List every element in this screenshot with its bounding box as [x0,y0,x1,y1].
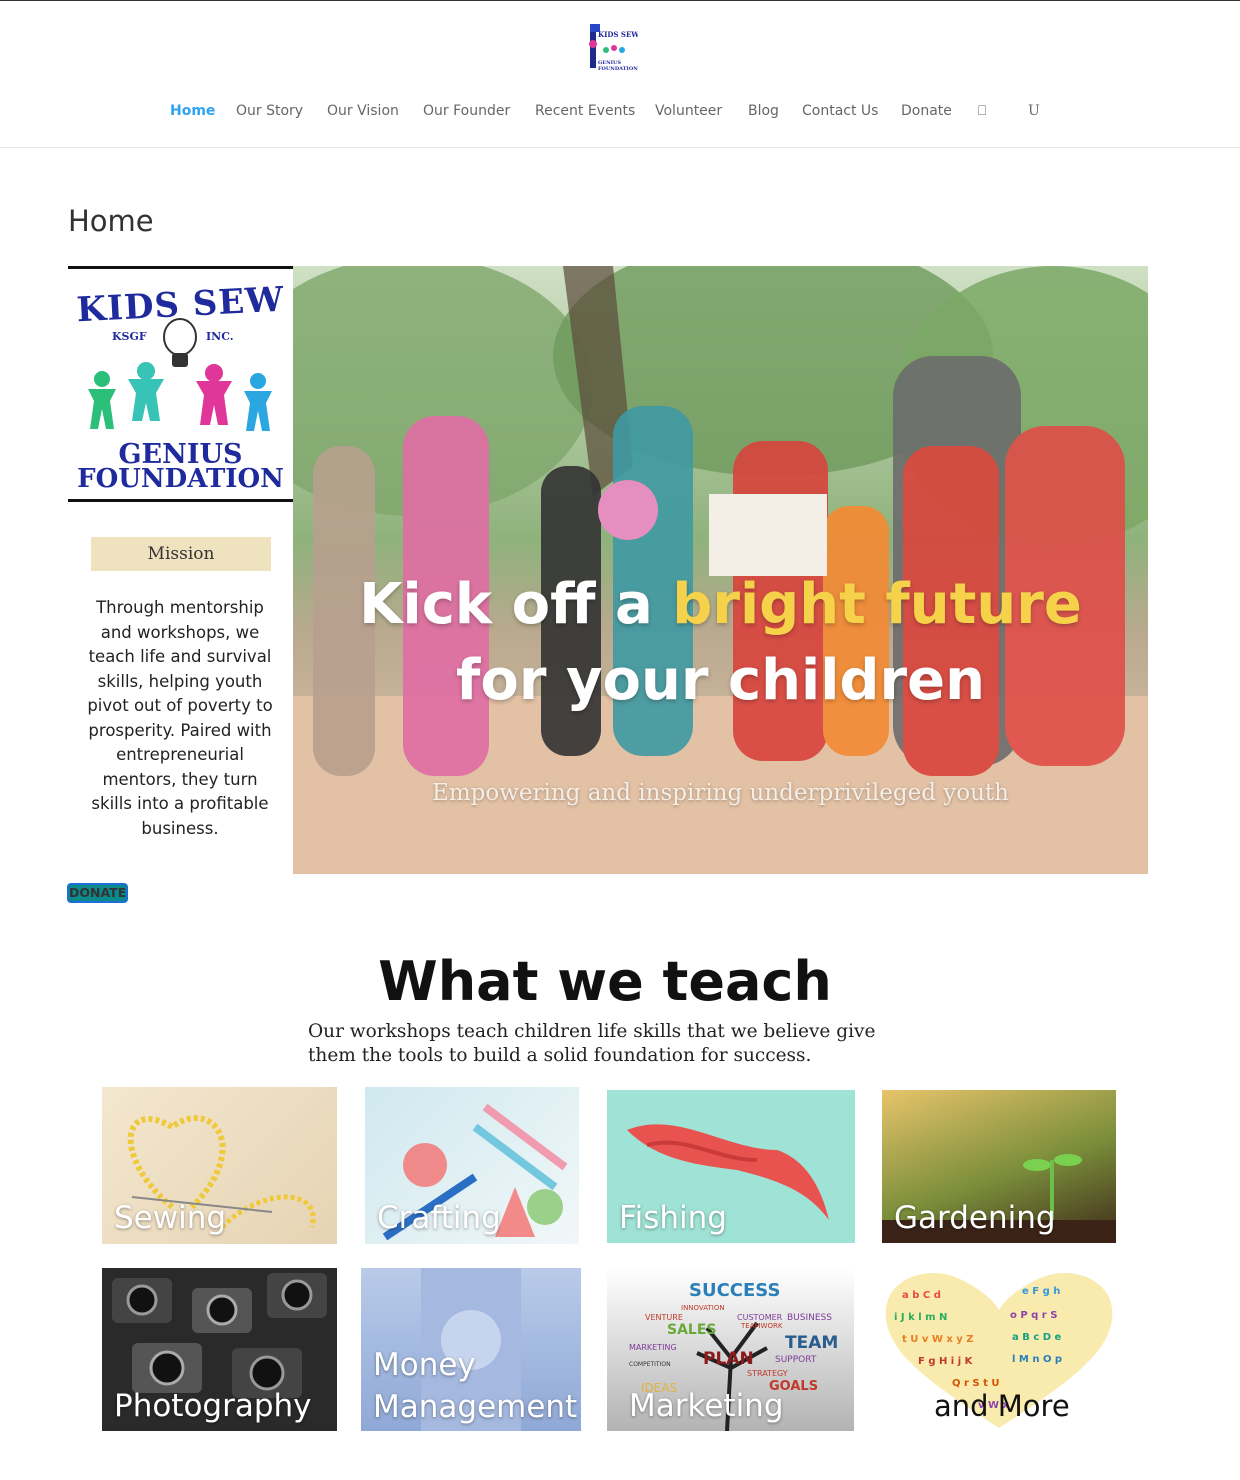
nav-donate[interactable]: Donate [901,100,952,122]
hero-sidebar: KIDS SEW KSGF INC. GENIUS FOUNDATION Mis… [68,266,293,874]
logo-foundation: FOUNDATION [77,464,284,494]
tile-sewing[interactable]: Sewing [102,1087,337,1244]
nav-recent-events[interactable]: Recent Events [535,100,635,122]
tile-label-sewing: Sewing [114,1200,227,1236]
tile-gardening[interactable]: Gardening [882,1090,1116,1243]
svg-text:STRATEGY: STRATEGY [747,1369,788,1378]
svg-text:t U v W x y Z: t U v W x y Z [902,1334,974,1345]
headline-part-a: Kick off a [359,572,673,637]
nav-our-vision[interactable]: Our Vision [327,100,399,122]
nav-contact-us[interactable]: Contact Us [802,100,878,122]
teach-title: What we teach [378,950,832,1013]
nav-home[interactable]: Home [170,100,215,122]
svg-text:VENTURE: VENTURE [645,1313,683,1322]
svg-text:o P q r S: o P q r S [1010,1310,1057,1321]
hero-headline-line2: for your children [456,648,985,713]
svg-text:SUPPORT: SUPPORT [775,1355,817,1365]
svg-text:PLAN: PLAN [703,1349,754,1369]
hero-subline: Empowering and inspiring underprivileged… [432,780,1009,806]
cart-icon[interactable]: ⎕ [978,100,986,122]
mission-text: Through mentorship and workshops, we tea… [87,598,273,838]
tile-crafting[interactable]: Crafting [365,1087,579,1244]
site-logo[interactable]: KIDS SEW GENIUS FOUNDATION [584,20,639,76]
tile-money-management[interactable]: Money Management [361,1268,581,1431]
ksgf-logo: KIDS SEW KSGF INC. GENIUS FOUNDATION [68,266,293,502]
svg-text:COMPETITION: COMPETITION [629,1361,671,1368]
svg-text:F g H i j K: F g H i j K [918,1356,974,1367]
tile-label-fishing: Fishing [619,1200,727,1236]
hero-headline-line1: Kick off a bright future [293,572,1148,637]
tile-fishing[interactable]: Fishing [607,1090,855,1243]
nav-blog[interactable]: Blog [748,100,779,122]
tile-label-crafting: Crafting [377,1200,501,1236]
teach-subtitle: Our workshops teach children life skills… [308,1021,876,1066]
svg-text:TEAMWORK: TEAMWORK [740,1322,783,1330]
nav-our-founder[interactable]: Our Founder [423,100,510,122]
svg-text:a b C d: a b C d [902,1290,941,1301]
svg-text:MARKETING: MARKETING [629,1343,677,1352]
tile-label-and-more: and More [934,1389,1070,1423]
nav-our-story[interactable]: Our Story [236,100,303,122]
svg-text:a B c D e: a B c D e [1012,1332,1062,1343]
headline-highlight: bright future [672,572,1082,637]
tile-label-money-management: Money Management [373,1347,578,1425]
svg-text:SUCCESS: SUCCESS [689,1280,780,1301]
main-nav: Home Our Story Our Vision Our Founder Re… [0,100,1240,126]
svg-text:SALES: SALES [667,1322,717,1338]
svg-text:e F g h: e F g h [1022,1286,1060,1297]
top-border [0,0,1240,1]
nav-volunteer[interactable]: Volunteer [655,100,722,122]
tile-label-photography: Photography [114,1388,312,1424]
hero-banner: Kick off a bright future for your childr… [293,266,1148,874]
mission-heading: Mission [91,537,271,571]
svg-text:BUSINESS: BUSINESS [787,1313,832,1323]
page-title: Home [68,204,154,238]
svg-text:KIDS SEW: KIDS SEW [598,30,638,39]
donate-button[interactable]: DONATE [67,883,128,903]
svg-text:FOUNDATION: FOUNDATION [598,66,638,72]
svg-text:l M n O p: l M n O p [1012,1354,1062,1365]
svg-text:CUSTOMER: CUSTOMER [737,1313,783,1322]
logo-figures [88,318,272,431]
svg-text:TEAM: TEAM [785,1333,838,1353]
tile-label-marketing: Marketing [629,1388,784,1424]
tile-marketing[interactable]: SUCCESS INNOVATION VENTURE CUSTOMER BUSI… [607,1268,854,1431]
svg-text:INNOVATION: INNOVATION [681,1304,725,1312]
header-divider [0,147,1240,148]
svg-text:Q r S t U: Q r S t U [952,1378,999,1389]
svg-text:i J k l m N: i J k l m N [894,1312,947,1323]
search-icon[interactable]: U [1028,100,1040,122]
tile-and-more[interactable]: a b C d e F g h i J k l m N o P q r S t … [882,1268,1116,1431]
tile-label-gardening: Gardening [894,1200,1056,1236]
tile-photography[interactable]: Photography [102,1268,337,1431]
